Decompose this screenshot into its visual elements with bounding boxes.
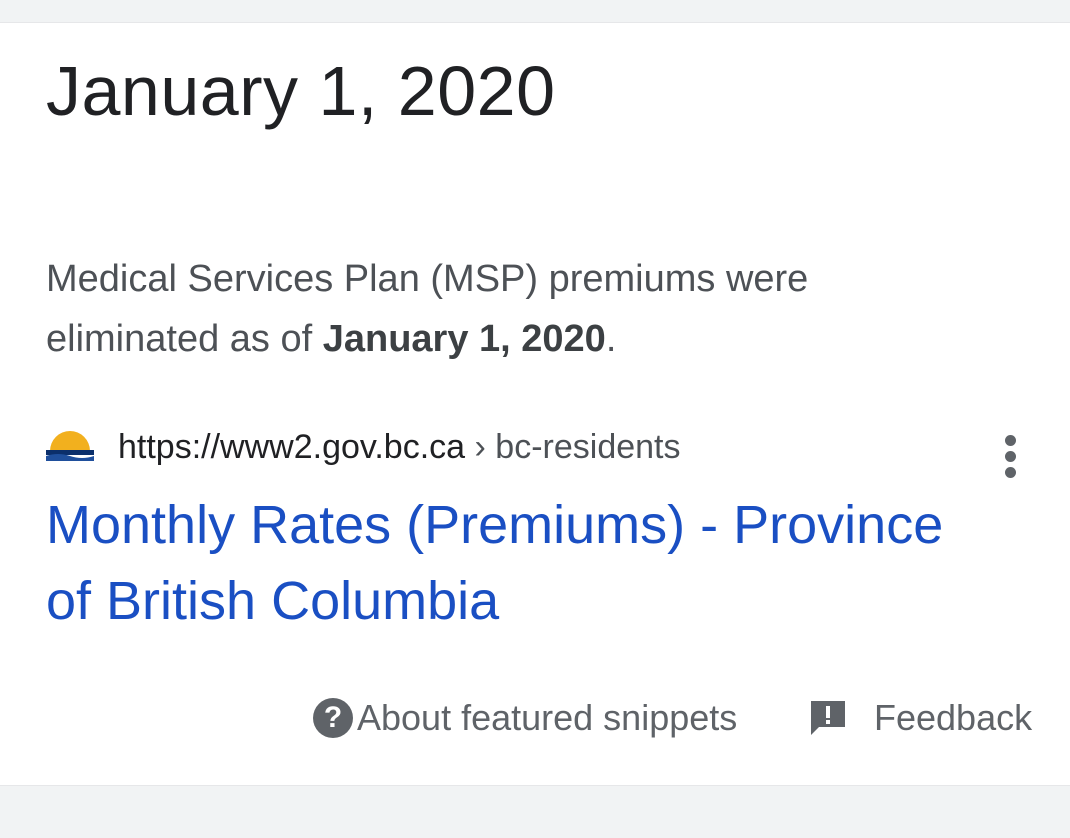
feedback-icon bbox=[811, 701, 845, 735]
about-featured-snippets-link[interactable]: ? About featured snippets bbox=[313, 693, 737, 743]
breadcrumb: bc-residents bbox=[495, 428, 681, 466]
featured-snippet-card: January 1, 2020 Medical Services Plan (M… bbox=[0, 22, 1070, 786]
more-vert-icon-dot bbox=[1005, 467, 1016, 478]
source-domain: https://www2.gov.bc.ca bbox=[118, 428, 466, 466]
more-vert-icon bbox=[1005, 435, 1016, 446]
more-vert-icon-dot bbox=[1005, 451, 1016, 462]
snippet-text: Medical Services Plan (MSP) premiums wer… bbox=[46, 249, 946, 369]
about-label: About featured snippets bbox=[357, 697, 738, 738]
feedback-button[interactable]: Feedback bbox=[808, 693, 1032, 743]
result-title-link[interactable]: Monthly Rates (Premiums) - Province of B… bbox=[46, 487, 946, 639]
answer-title: January 1, 2020 bbox=[46, 52, 556, 130]
source-row[interactable]: https://www2.gov.bc.ca › bc-residents bbox=[46, 423, 1036, 478]
snippet-text-after: . bbox=[605, 318, 617, 360]
help-icon: ? bbox=[313, 698, 353, 738]
more-options-button[interactable] bbox=[996, 431, 1026, 481]
search-results-page: January 1, 2020 Medical Services Plan (M… bbox=[0, 0, 1070, 838]
source-url[interactable]: https://www2.gov.bc.ca › bc-residents bbox=[118, 425, 681, 469]
snippet-highlight: January 1, 2020 bbox=[322, 318, 606, 360]
breadcrumb-separator: › bbox=[465, 428, 496, 466]
snippet-footer: ? About featured snippets Feedback bbox=[0, 687, 1070, 751]
feedback-label: Feedback bbox=[874, 697, 1033, 738]
bc-gov-sunset-icon bbox=[46, 431, 94, 461]
